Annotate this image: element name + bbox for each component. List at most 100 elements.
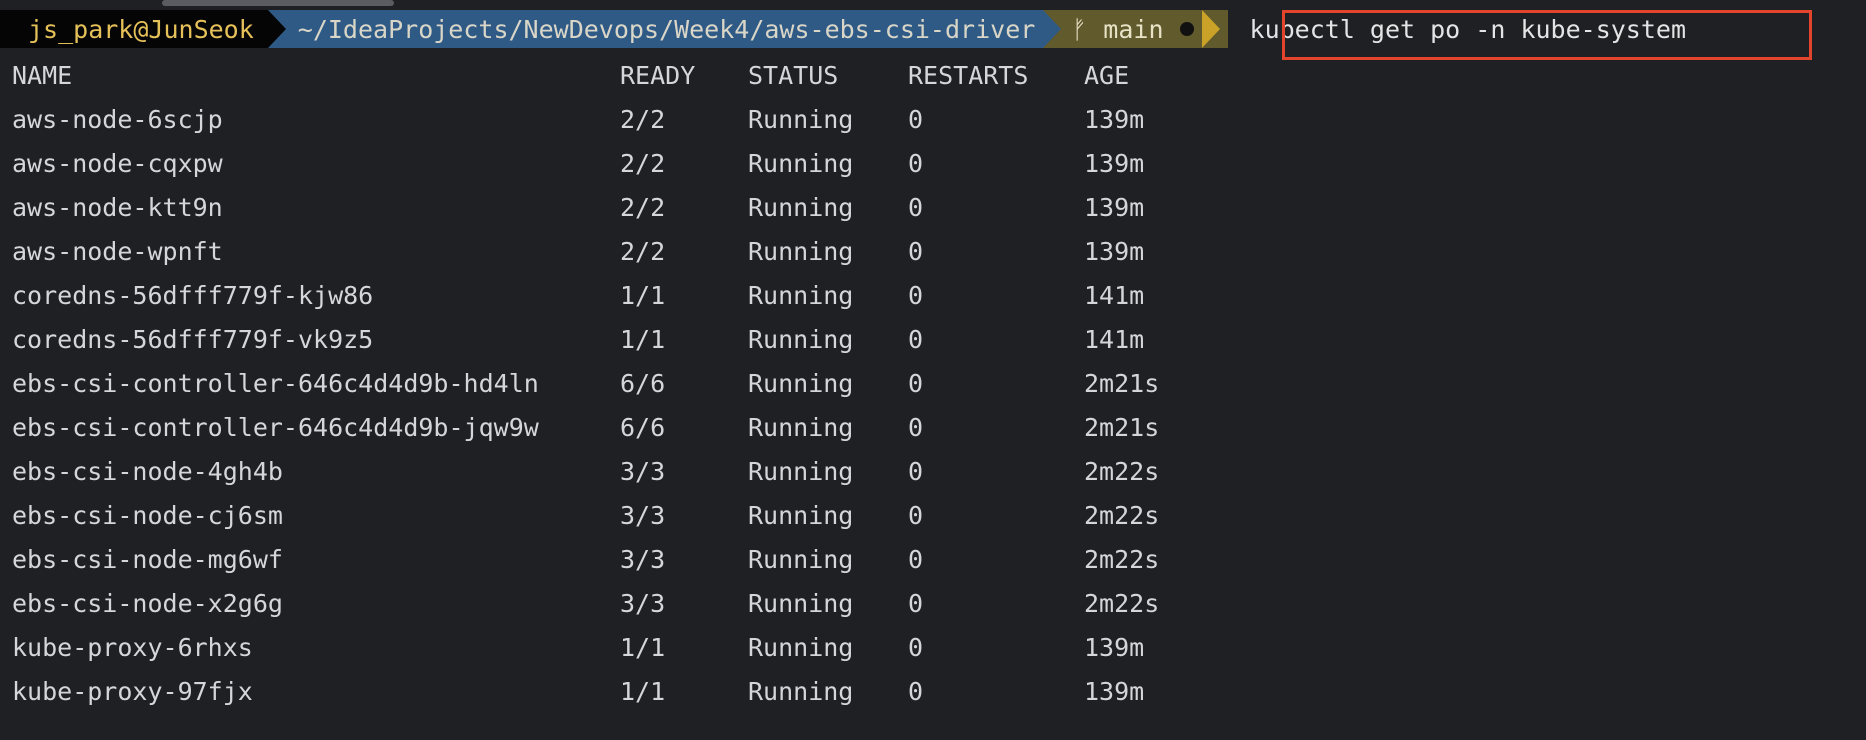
prompt-path-segment: ~/IdeaProjects/NewDevops/Week4/aws-ebs-c… (267, 10, 1044, 48)
cell-status: Running (748, 677, 854, 706)
cell-restarts: 0 (908, 237, 924, 266)
table-row: coredns-56dfff779f-vk9z5 1/1 Running 0 141m (12, 318, 1144, 362)
cell-name: aws-node-ktt9n (12, 193, 223, 222)
cell-age: 2m21s (1084, 413, 1160, 442)
table-row: kube-proxy-6rhxs 1/1 Running 0 139m (12, 626, 1144, 670)
cell-restarts: 0 (908, 281, 924, 310)
cell-age: 139m (1084, 677, 1145, 706)
cell-name: aws-node-6scjp (12, 105, 223, 134)
cell-age: 139m (1084, 193, 1145, 222)
prompt-branch: main (1103, 14, 1164, 44)
cell-ready: 2/2 (620, 193, 666, 222)
table-row: aws-node-wpnft 2/2 Running 0 139m (12, 230, 1144, 274)
prompt-user: js_park@JunSeok (28, 14, 254, 44)
cell-status: Running (748, 589, 854, 618)
cell-ready: 1/1 (620, 325, 666, 354)
table-row: aws-node-ktt9n 2/2 Running 0 139m (12, 186, 1144, 230)
cell-age: 139m (1084, 149, 1145, 178)
cell-status: Running (748, 633, 854, 662)
cell-age: 139m (1084, 237, 1145, 266)
powerline-separator-icon (1201, 10, 1220, 48)
cell-ready: 2/2 (620, 149, 666, 178)
table-row: ebs-csi-node-cj6sm 3/3 Running 0 2m22s (12, 494, 1159, 538)
cell-name: ebs-csi-node-x2g6g (12, 589, 283, 618)
powerline-separator-icon (267, 10, 286, 48)
cell-ready: 2/2 (620, 105, 666, 134)
prompt-user-segment: js_park@JunSeok (0, 10, 268, 48)
cell-ready: 6/6 (620, 369, 666, 398)
cell-name: kube-proxy-6rhxs (12, 633, 253, 662)
cell-name: ebs-csi-controller-646c4d4d9b-jqw9w (12, 413, 539, 442)
table-row: aws-node-cqxpw 2/2 Running 0 139m (12, 142, 1144, 186)
cell-status: Running (748, 413, 854, 442)
cell-status: Running (748, 457, 854, 486)
cell-age: 2m21s (1084, 369, 1160, 398)
cell-name: kube-proxy-97fjx (12, 677, 253, 706)
header-status: STATUS (748, 61, 839, 90)
cell-age: 2m22s (1084, 589, 1160, 618)
cell-ready: 3/3 (620, 501, 666, 530)
cell-age: 141m (1084, 281, 1145, 310)
cell-status: Running (748, 281, 854, 310)
cell-age: 139m (1084, 633, 1145, 662)
cell-age: 141m (1084, 325, 1145, 354)
header-name: NAME (12, 61, 73, 90)
table-row: coredns-56dfff779f-kjw86 1/1 Running 0 141m (12, 274, 1144, 318)
cell-age: 139m (1084, 105, 1145, 134)
prompt-git-segment: ᚠ main (1043, 10, 1228, 48)
git-branch-icon: ᚠ (1071, 14, 1087, 44)
cell-restarts: 0 (908, 457, 924, 486)
cell-name: ebs-csi-controller-646c4d4d9b-hd4ln (12, 369, 539, 398)
cell-restarts: 0 (908, 545, 924, 574)
pod-table: NAME READY STATUS RESTARTS AGE aws-node-… (12, 54, 1159, 714)
cell-ready: 3/3 (620, 457, 666, 486)
cell-ready: 3/3 (620, 589, 666, 618)
cell-status: Running (748, 193, 854, 222)
table-row: ebs-csi-controller-646c4d4d9b-jqw9w 6/6 Ru… (12, 406, 1159, 450)
cell-restarts: 0 (908, 633, 924, 662)
cell-restarts: 0 (908, 149, 924, 178)
cell-age: 2m22s (1084, 457, 1160, 486)
table-row: ebs-csi-node-mg6wf 3/3 Running 0 2m22s (12, 538, 1159, 582)
cell-ready: 1/1 (620, 281, 666, 310)
cell-restarts: 0 (908, 677, 924, 706)
cell-status: Running (748, 369, 854, 398)
cell-name: ebs-csi-node-4gh4b (12, 457, 283, 486)
cell-name: aws-node-cqxpw (12, 149, 223, 178)
cell-ready: 1/1 (620, 677, 666, 706)
table-row: aws-node-6scjp 2/2 Running 0 139m (12, 98, 1144, 142)
cell-status: Running (748, 149, 854, 178)
cell-restarts: 0 (908, 325, 924, 354)
scrollbar-thumb[interactable] (162, 0, 394, 6)
powerline-separator-icon (1043, 10, 1062, 48)
cell-restarts: 0 (908, 413, 924, 442)
header-ready: READY (620, 61, 696, 90)
cell-name: coredns-56dfff779f-kjw86 (12, 281, 374, 310)
prompt-path: ~/IdeaProjects/NewDevops/Week4/aws-ebs-c… (297, 14, 1036, 44)
header-age: AGE (1084, 61, 1130, 90)
cell-status: Running (748, 325, 854, 354)
cell-age: 2m22s (1084, 501, 1160, 530)
cell-restarts: 0 (908, 369, 924, 398)
cell-name: aws-node-wpnft (12, 237, 223, 266)
cell-ready: 1/1 (620, 633, 666, 662)
cell-name: ebs-csi-node-mg6wf (12, 545, 283, 574)
command-highlight-box (1282, 10, 1812, 60)
cell-status: Running (748, 545, 854, 574)
cell-ready: 3/3 (620, 545, 666, 574)
cell-restarts: 0 (908, 105, 924, 134)
cell-restarts: 0 (908, 589, 924, 618)
table-row: ebs-csi-node-x2g6g 3/3 Running 0 2m22s (12, 582, 1159, 626)
cell-age: 2m22s (1084, 545, 1160, 574)
dirty-status-icon (1179, 22, 1194, 36)
cell-status: Running (748, 105, 854, 134)
terminal-window[interactable]: js_park@JunSeok ~/IdeaProjects/NewDevops… (0, 0, 1866, 740)
table-row: ebs-csi-node-4gh4b 3/3 Running 0 2m22s (12, 450, 1159, 494)
cell-status: Running (748, 501, 854, 530)
cell-status: Running (748, 237, 854, 266)
table-row: kube-proxy-97fjx 1/1 Running 0 139m (12, 670, 1144, 714)
table-header-row: NAME READY STATUS RESTARTS AGE (12, 54, 1129, 98)
table-row: ebs-csi-controller-646c4d4d9b-hd4ln 6/6 Ru… (12, 362, 1159, 406)
cell-ready: 6/6 (620, 413, 666, 442)
cell-restarts: 0 (908, 193, 924, 222)
